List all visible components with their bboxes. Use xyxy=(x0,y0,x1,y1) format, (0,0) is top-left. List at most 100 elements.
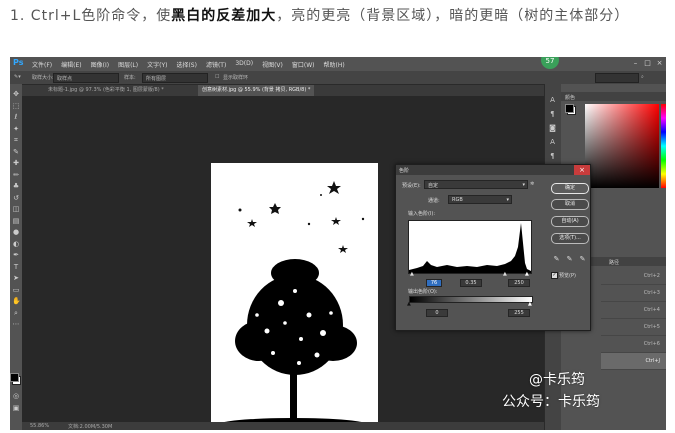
eyedropper-tool-icon[interactable]: ✎ xyxy=(12,148,20,156)
caption-text-rest: ，亮的更亮（背景区域），暗的更暗（树的主体部分） xyxy=(276,8,630,24)
sample-value: 所有图层 xyxy=(146,76,167,82)
input-white-field[interactable]: 250 xyxy=(508,279,530,287)
histogram xyxy=(408,220,532,274)
channel-row[interactable]: Ctrl+2 xyxy=(601,268,666,285)
workspace-select[interactable] xyxy=(595,73,639,83)
preset-select[interactable]: 自定 ▾ xyxy=(424,180,528,189)
preview-checkbox[interactable]: ✓ xyxy=(551,272,558,279)
history-brush-icon[interactable]: ↺ xyxy=(12,194,20,202)
panel-foreground-swatch[interactable] xyxy=(565,104,574,113)
options-button[interactable]: 选项(T)... xyxy=(551,233,589,244)
white-point-slider[interactable]: ▲ xyxy=(525,271,529,277)
output-white-slider[interactable]: ▲ xyxy=(528,301,532,307)
menu-item[interactable]: 选择(S) xyxy=(176,60,197,69)
color-picker-field[interactable] xyxy=(585,104,659,188)
history-icon[interactable]: A xyxy=(548,96,557,105)
gamma-slider[interactable]: ▲ xyxy=(503,271,507,277)
sample-size-select[interactable]: 取样点 xyxy=(53,73,119,83)
instruction-caption: 1. Ctrl+L色阶命令，使黑白的反差加大，亮的更亮（背景区域），暗的更暗（树… xyxy=(10,6,670,27)
menu-item[interactable]: 文字(Y) xyxy=(147,60,167,69)
menu-item[interactable]: 窗口(W) xyxy=(292,60,315,69)
output-black-slider[interactable]: ▲ xyxy=(407,301,411,307)
healing-brush-icon[interactable]: ✚ xyxy=(12,159,20,167)
hand-tool-icon[interactable]: ✋ xyxy=(12,297,21,305)
preset-options-icon[interactable]: ✲ xyxy=(530,181,534,187)
menu-item[interactable]: 视图(V) xyxy=(262,60,283,69)
channel-shortcut: Ctrl+5 xyxy=(643,324,660,330)
tab-tree-material[interactable]: 创意树素材.jpg @ 55.9% (背景 拷贝, RGB/8) * xyxy=(198,85,315,96)
auto-button[interactable]: 自动(A) xyxy=(551,216,589,227)
output-black-field[interactable]: 0 xyxy=(426,309,448,317)
dodge-tool-icon[interactable]: ◐ xyxy=(12,240,20,248)
star-icon xyxy=(247,219,257,227)
tab-untitled[interactable]: 未标题-1.jpg @ 97.3% (色彩平衡 1, 图层蒙版/8) * xyxy=(44,85,168,96)
menu-item[interactable]: 图层(L) xyxy=(118,60,138,69)
channel-row[interactable]: Ctrl+4 xyxy=(601,302,666,319)
minimize-icon[interactable]: – xyxy=(630,59,641,69)
show-ring-checkbox[interactable]: ☐ xyxy=(215,74,219,80)
document-size: 文档:2.00M/5.30M xyxy=(68,424,113,430)
menu-item[interactable]: 滤镜(T) xyxy=(206,60,226,69)
paragraph-icon[interactable]: ¶ xyxy=(548,152,557,161)
input-black-field[interactable]: 76 xyxy=(426,279,442,287)
move-tool-icon[interactable]: ✥ xyxy=(12,90,20,98)
menu-item[interactable]: 3D(D) xyxy=(235,60,253,69)
channel-select[interactable]: RGB ▾ xyxy=(448,195,512,204)
close-icon[interactable]: × xyxy=(654,59,665,69)
eyedropper-option-icon[interactable]: ✎▾ xyxy=(14,74,21,80)
maximize-icon[interactable]: □ xyxy=(642,59,653,69)
menu-bar: Ps 文件(F) 编辑(E) 图像(I) 图层(L) 文字(Y) 选择(S) 滤镜(T) 3D… xyxy=(10,57,666,71)
search-icon[interactable]: ⌕ xyxy=(641,74,644,80)
properties-icon[interactable]: ¶ xyxy=(548,110,557,119)
marquee-tool-icon[interactable]: ⬚ xyxy=(12,102,20,110)
brush-tool-icon[interactable]: ✏ xyxy=(12,171,20,179)
shape-tool-icon[interactable]: ▭ xyxy=(12,286,20,294)
eraser-tool-icon[interactable]: ◫ xyxy=(12,205,20,213)
adjustments-icon[interactable]: ◙ xyxy=(548,124,557,133)
paths-tab[interactable]: 路径 xyxy=(609,259,619,266)
levels-dialog-titlebar: 色阶 xyxy=(396,165,590,175)
foreground-color-swatch[interactable] xyxy=(10,373,19,382)
lasso-tool-icon[interactable]: ℓ xyxy=(12,113,20,121)
color-panel-header: 颜色 xyxy=(561,92,666,101)
channel-row[interactable]: Ctrl+J xyxy=(601,353,666,370)
channel-row[interactable]: Ctrl+5 xyxy=(601,319,666,336)
channel-row[interactable]: Ctrl+3 xyxy=(601,285,666,302)
blur-tool-icon[interactable]: ● xyxy=(12,228,20,236)
quick-select-icon[interactable]: ✦ xyxy=(12,125,20,133)
channel-label: 通道: xyxy=(428,198,440,204)
black-point-slider[interactable]: ▲ xyxy=(410,271,414,277)
hue-slider[interactable] xyxy=(661,104,666,188)
clone-stamp-icon[interactable]: ♣ xyxy=(12,182,20,190)
menu-item[interactable]: 帮助(H) xyxy=(324,60,345,69)
white-eyedropper-icon[interactable]: ✎ xyxy=(579,256,586,263)
zoom-tool-icon[interactable]: ⌕ xyxy=(12,309,20,317)
cancel-button[interactable]: 取消 xyxy=(551,199,589,210)
gradient-tool-icon[interactable]: ▤ xyxy=(12,217,20,225)
dialog-close-icon[interactable]: × xyxy=(574,165,590,175)
path-select-icon[interactable]: ➤ xyxy=(12,274,20,282)
character-icon[interactable]: A xyxy=(548,138,557,147)
ok-button[interactable]: 确定 xyxy=(551,183,589,194)
tools-panel: ✥ ⬚ ℓ ✦ ⌗ ✎ ✚ ✏ ♣ ↺ ◫ ▤ ● ◐ ✒ T ➤ ▭ ✋ ⌕ ⋯ ◎ ▣ xyxy=(10,84,22,430)
channel-shortcut: Ctrl+3 xyxy=(643,290,660,296)
more-tools-icon[interactable]: ⋯ xyxy=(12,320,20,328)
channel-row[interactable]: Ctrl+6 xyxy=(601,336,666,353)
color-tab[interactable]: 颜色 xyxy=(565,94,575,101)
input-gamma-field[interactable]: 0.35 xyxy=(460,279,482,287)
sample-select[interactable]: 所有图层 xyxy=(142,73,208,83)
document-canvas[interactable] xyxy=(211,163,378,430)
gray-eyedropper-icon[interactable]: ✎ xyxy=(566,256,573,263)
menu-item[interactable]: 编辑(E) xyxy=(61,60,81,69)
channel-shortcut: Ctrl+J xyxy=(645,358,660,364)
output-white-field[interactable]: 255 xyxy=(508,309,530,317)
star-icon xyxy=(331,217,341,225)
crop-tool-icon[interactable]: ⌗ xyxy=(12,136,20,144)
screen-mode-icon[interactable]: ▣ xyxy=(12,404,20,412)
menu-item[interactable]: 文件(F) xyxy=(32,60,52,69)
menu-item[interactable]: 图像(I) xyxy=(91,60,109,69)
quick-mask-icon[interactable]: ◎ xyxy=(12,392,20,400)
pen-tool-icon[interactable]: ✒ xyxy=(12,251,20,259)
black-eyedropper-icon[interactable]: ✎ xyxy=(553,256,560,263)
type-tool-icon[interactable]: T xyxy=(12,263,20,271)
